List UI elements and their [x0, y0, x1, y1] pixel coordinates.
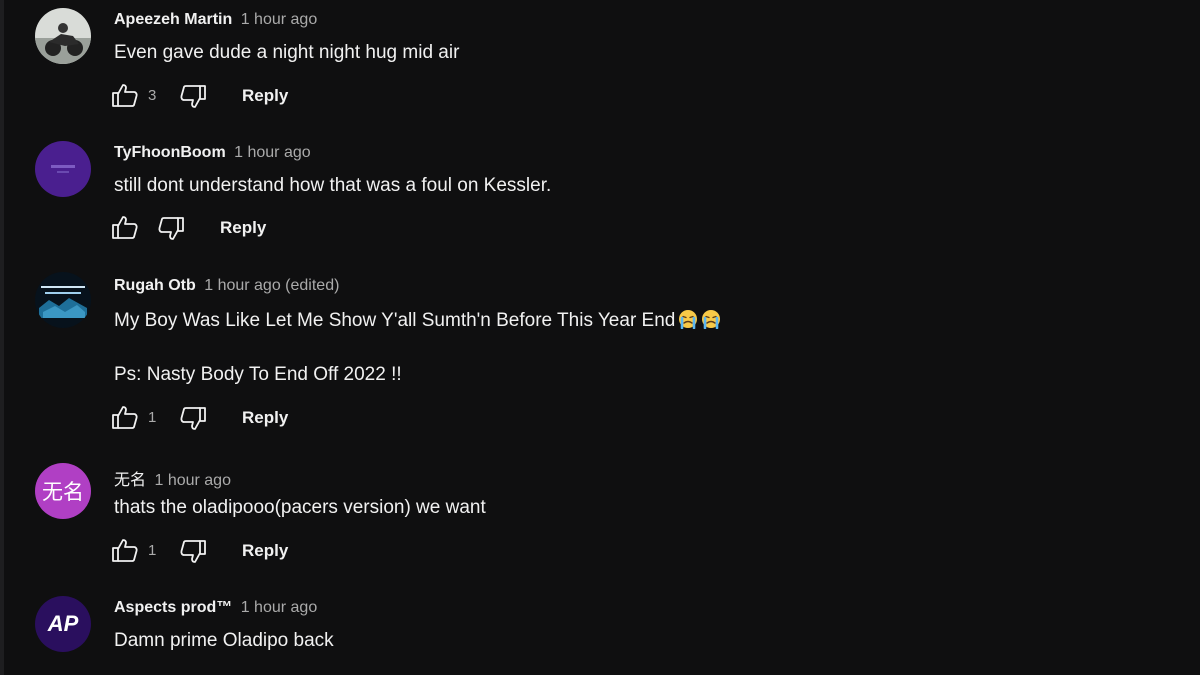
timestamp[interactable]: 1 hour ago (edited) — [204, 277, 339, 294]
author-name[interactable]: Aspects prod™ — [114, 599, 232, 616]
comment-text: still dont understand how that was a fou… — [114, 175, 552, 196]
thumbs-down-icon — [180, 407, 206, 430]
left-edge-divider — [0, 0, 4, 675]
author-line: Apeezeh Martin 1 hour ago — [114, 11, 317, 29]
reply-button[interactable]: Reply — [242, 86, 288, 106]
thumbs-up-icon — [112, 216, 138, 239]
author-name[interactable]: TyFhoonBoom — [114, 144, 226, 161]
author-name[interactable]: Apeezeh Martin — [114, 11, 232, 28]
author-line: TyFhoonBoom 1 hour ago — [114, 144, 311, 162]
comments-page: Apeezeh Martin 1 hour ago Even gave dude… — [0, 0, 1200, 675]
author-line: Aspects prod™ 1 hour ago — [114, 599, 317, 617]
thumbs-up-icon — [112, 406, 138, 429]
comment-text-line: My Boy Was Like Let Me Show Y'all Sumth'… — [114, 309, 721, 332]
like-button[interactable] — [110, 403, 140, 433]
thumbs-up-icon — [112, 84, 138, 107]
avatar[interactable]: AP — [35, 596, 91, 652]
like-count: 1 — [148, 542, 157, 559]
avatar-letters: 无名 — [42, 480, 84, 504]
reply-button[interactable]: Reply — [242, 408, 288, 428]
comment-text: Ps: Nasty Body To End Off 2022 !! — [114, 364, 402, 385]
avatar[interactable] — [35, 272, 91, 328]
comment-text: Even gave dude a night night hug mid air — [114, 42, 460, 63]
comment-text: thats the oladipooo(pacers version) we w… — [114, 497, 486, 518]
thumbs-down-icon — [180, 85, 206, 108]
dislike-button[interactable] — [156, 213, 186, 243]
like-button[interactable] — [110, 81, 140, 111]
crying-face-emoji-icon — [702, 310, 721, 329]
thumbs-down-icon — [158, 217, 184, 240]
author-line: 无名 1 hour ago — [114, 466, 231, 490]
reply-button[interactable]: Reply — [220, 218, 266, 238]
comment-text: My Boy Was Like Let Me Show Y'all Sumth'… — [114, 310, 676, 331]
dislike-button[interactable] — [178, 403, 208, 433]
like-button[interactable] — [110, 536, 140, 566]
thumbs-down-icon — [180, 540, 206, 563]
dislike-button[interactable] — [178, 81, 208, 111]
author-line: Rugah Otb 1 hour ago (edited) — [114, 277, 339, 295]
avatar[interactable] — [35, 141, 91, 197]
author-name[interactable]: Rugah Otb — [114, 277, 196, 294]
timestamp[interactable]: 1 hour ago — [241, 11, 318, 28]
author-name[interactable]: 无名 — [114, 472, 146, 489]
comment-text: Damn prime Oladipo back — [114, 630, 334, 651]
thumbs-up-icon — [112, 539, 138, 562]
avatar-letters: AP — [47, 611, 79, 636]
like-button[interactable] — [110, 213, 140, 243]
dislike-button[interactable] — [178, 536, 208, 566]
timestamp[interactable]: 1 hour ago — [241, 599, 318, 616]
like-count: 3 — [148, 87, 157, 104]
avatar[interactable]: 无名 — [35, 463, 91, 519]
reply-button[interactable]: Reply — [242, 541, 288, 561]
crying-face-emoji-icon — [679, 310, 698, 329]
timestamp[interactable]: 1 hour ago — [234, 144, 311, 161]
avatar[interactable] — [35, 8, 91, 64]
timestamp[interactable]: 1 hour ago — [154, 472, 231, 489]
like-count: 1 — [148, 409, 157, 426]
